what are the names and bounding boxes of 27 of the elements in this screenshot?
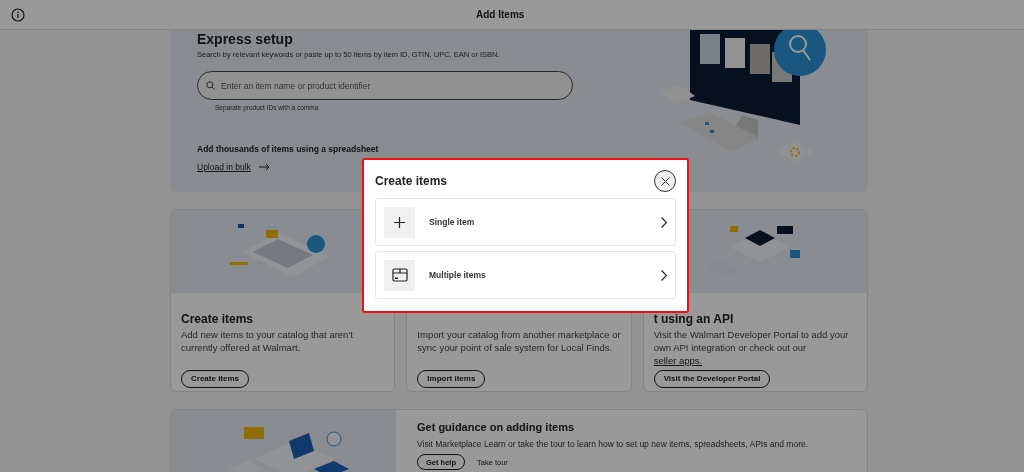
box-icon xyxy=(391,268,408,282)
close-button[interactable] xyxy=(654,170,676,192)
page-title: Add Items xyxy=(476,8,525,22)
plus-icon xyxy=(394,216,405,228)
card-description: Add new items to your catalog that aren't currently offered at Walmart. xyxy=(181,328,354,355)
search-icon xyxy=(206,81,215,91)
bulk-heading: Add thousands of items using a spreadsheet xyxy=(197,143,380,156)
arrow-right-icon xyxy=(258,163,270,172)
card-button[interactable]: Create items xyxy=(181,370,250,388)
search-field[interactable]: Enter an item name or product identifier xyxy=(197,71,573,101)
card-button[interactable]: Visit the Developer Portal xyxy=(653,370,771,388)
chevron-right-icon xyxy=(661,269,667,281)
guidance-description: Visit Marketplace Learn or take the tour to learn how to set up new items, spreadsheets, APIs and more. xyxy=(417,437,809,451)
info-icon[interactable] xyxy=(11,7,25,22)
dialog-option[interactable]: Multiple items xyxy=(375,251,676,299)
chevron-right-icon xyxy=(661,216,667,228)
close-icon xyxy=(660,176,670,186)
dialog-title: Create items xyxy=(375,173,448,190)
card-description: Import your catalog from another marketplace or sync your point of sale system for Local Finds. xyxy=(417,328,621,355)
card-title: Create items xyxy=(181,312,255,327)
dialog-option[interactable]: Single item xyxy=(375,198,676,246)
section-title: Express setup xyxy=(197,31,294,48)
guidance-title: Get guidance on adding items xyxy=(417,420,576,435)
card-title: t using an API xyxy=(653,312,735,327)
seller-apps-link[interactable]: seller apps. xyxy=(653,355,703,366)
card-button[interactable]: Import items xyxy=(417,370,486,388)
upload-bulk-link[interactable]: Upload in bulk xyxy=(197,160,251,174)
